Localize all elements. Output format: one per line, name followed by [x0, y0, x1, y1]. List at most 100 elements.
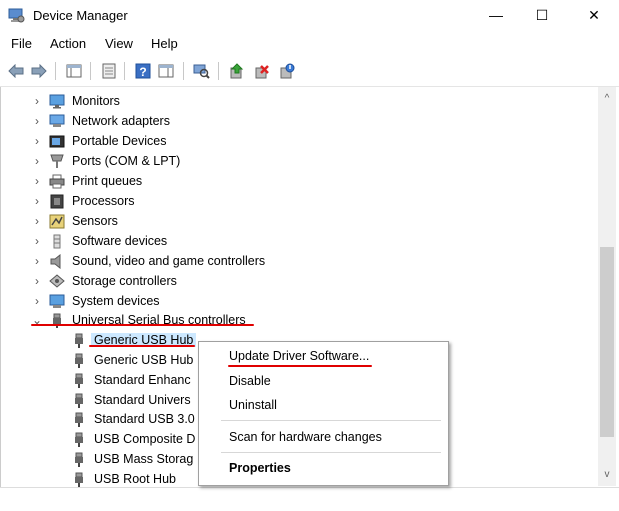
- tree-item-label: USB Mass Storag: [94, 452, 194, 466]
- close-button[interactable]: ✕: [571, 0, 617, 30]
- vertical-scrollbar[interactable]: ^ v: [598, 87, 616, 486]
- usb-icon: [75, 452, 83, 467]
- scan-icon[interactable]: [191, 61, 211, 81]
- tree-item-print-queues[interactable]: › Print queues: [1, 171, 599, 191]
- menu-help[interactable]: Help: [151, 36, 178, 51]
- tree-item-label: Standard Univers: [94, 393, 191, 407]
- view-icon[interactable]: [156, 61, 176, 81]
- annotation-underline: [89, 345, 195, 347]
- tree-item-processors[interactable]: › Processors: [1, 191, 599, 211]
- expand-chevron-icon[interactable]: ›: [31, 234, 43, 248]
- help-icon[interactable]: ?: [133, 61, 153, 81]
- tree-item-label: Monitors: [72, 94, 120, 108]
- device-manager-icon: [8, 8, 25, 23]
- menu-item-update-driver[interactable]: Update Driver Software...: [229, 349, 369, 363]
- toolbar-separator: [218, 62, 219, 80]
- scroll-up-arrow-icon[interactable]: ^: [598, 91, 616, 107]
- window-title: Device Manager: [33, 8, 128, 23]
- properties-icon[interactable]: [99, 61, 119, 81]
- tree-item-label: Sound, video and game controllers: [72, 254, 266, 268]
- expand-chevron-icon[interactable]: ›: [31, 114, 43, 128]
- expand-chevron-icon[interactable]: ›: [31, 154, 43, 168]
- expand-chevron-icon[interactable]: ›: [31, 254, 43, 268]
- usb-icon: [75, 333, 83, 348]
- tree-item-usb-controllers[interactable]: ⌄ Universal Serial Bus controllers: [1, 310, 599, 330]
- menu-separator: [221, 420, 441, 421]
- maximize-button[interactable]: ☐: [519, 0, 565, 30]
- tree-item-monitors[interactable]: › Monitors: [1, 91, 599, 111]
- printer-icon: [49, 174, 65, 189]
- tree-item-system-devices[interactable]: › System devices: [1, 291, 599, 311]
- menu-bar: File Action View Help: [0, 33, 619, 55]
- menu-view[interactable]: View: [105, 36, 133, 51]
- usb-icon: [75, 432, 83, 447]
- uninstall-icon[interactable]: [252, 61, 272, 81]
- tree-item-label: Portable Devices: [72, 134, 167, 148]
- menu-item-uninstall[interactable]: Uninstall: [229, 398, 277, 412]
- toolbar-separator: [55, 62, 56, 80]
- svg-text:?: ?: [139, 65, 146, 79]
- expand-chevron-icon[interactable]: ›: [31, 274, 43, 288]
- portable-device-icon: [49, 135, 65, 148]
- tree-item-label: USB Root Hub: [94, 472, 176, 486]
- tree-item-network-adapters[interactable]: › Network adapters: [1, 111, 599, 131]
- monitor-icon: [49, 94, 65, 109]
- tree-item-label: USB Composite D: [94, 432, 196, 446]
- back-icon[interactable]: [6, 61, 26, 81]
- menu-separator: [221, 452, 441, 453]
- update-driver-icon[interactable]: [227, 61, 247, 81]
- tree-item-label: Storage controllers: [72, 274, 177, 288]
- menu-item-scan[interactable]: Scan for hardware changes: [229, 430, 382, 444]
- status-bar: [0, 487, 619, 511]
- tree-item-portable-devices[interactable]: › Portable Devices: [1, 131, 599, 151]
- scroll-thumb[interactable]: [600, 247, 614, 437]
- sensor-icon: [49, 214, 65, 229]
- speaker-icon: [50, 254, 61, 269]
- tree-item-sensors[interactable]: › Sensors: [1, 211, 599, 231]
- tree-item-label: Generic USB Hub: [94, 353, 194, 367]
- storage-icon: [49, 274, 65, 288]
- tree-item-label: Software devices: [72, 234, 168, 248]
- expand-chevron-icon[interactable]: ›: [31, 214, 43, 228]
- title-bar: Device Manager — ☐ ✕: [0, 0, 619, 32]
- usb-icon: [75, 373, 83, 388]
- annotation-underline: [31, 324, 254, 326]
- tree-item-label: Network adapters: [72, 114, 170, 128]
- annotation-underline: [228, 365, 372, 367]
- system-device-icon: [49, 294, 65, 308]
- tree-item-software-devices[interactable]: › Software devices: [1, 231, 599, 251]
- usb-icon: [75, 412, 83, 427]
- expand-chevron-icon[interactable]: ›: [31, 294, 43, 308]
- usb-icon: [75, 353, 83, 368]
- tree-item-ports[interactable]: › Ports (COM & LPT): [1, 151, 599, 171]
- tree-item-storage-controllers[interactable]: › Storage controllers: [1, 271, 599, 291]
- tree-item-label: System devices: [72, 294, 160, 308]
- tree-item-label: Ports (COM & LPT): [72, 154, 181, 168]
- expand-chevron-icon[interactable]: ›: [31, 174, 43, 188]
- menu-item-disable[interactable]: Disable: [229, 374, 271, 388]
- tree-item-label: Standard USB 3.0: [94, 412, 195, 426]
- tree-item-label: Print queues: [72, 174, 143, 188]
- menu-file[interactable]: File: [11, 36, 32, 51]
- usb-icon: [75, 472, 83, 487]
- network-adapter-icon: [49, 114, 65, 127]
- tree-item-label: Standard Enhanc: [94, 373, 191, 387]
- scroll-down-arrow-icon[interactable]: v: [598, 467, 616, 483]
- expand-chevron-icon[interactable]: ›: [31, 94, 43, 108]
- minimize-button[interactable]: —: [473, 0, 519, 30]
- show-hide-tree-icon[interactable]: [64, 61, 84, 81]
- forward-icon[interactable]: [29, 61, 49, 81]
- tree-item-sound[interactable]: › Sound, video and game controllers: [1, 251, 599, 271]
- tree-item-label: Sensors: [72, 214, 118, 228]
- processor-icon: [50, 194, 64, 209]
- toolbar: ?: [0, 56, 619, 87]
- enable-device-icon[interactable]: [277, 61, 297, 81]
- menu-item-properties[interactable]: Properties: [229, 461, 291, 475]
- port-icon: [50, 154, 64, 168]
- toolbar-separator: [183, 62, 184, 80]
- toolbar-separator: [124, 62, 125, 80]
- context-menu: Update Driver Software... Disable Uninst…: [198, 341, 449, 486]
- menu-action[interactable]: Action: [50, 36, 86, 51]
- expand-chevron-icon[interactable]: ›: [31, 134, 43, 148]
- expand-chevron-icon[interactable]: ›: [31, 194, 43, 208]
